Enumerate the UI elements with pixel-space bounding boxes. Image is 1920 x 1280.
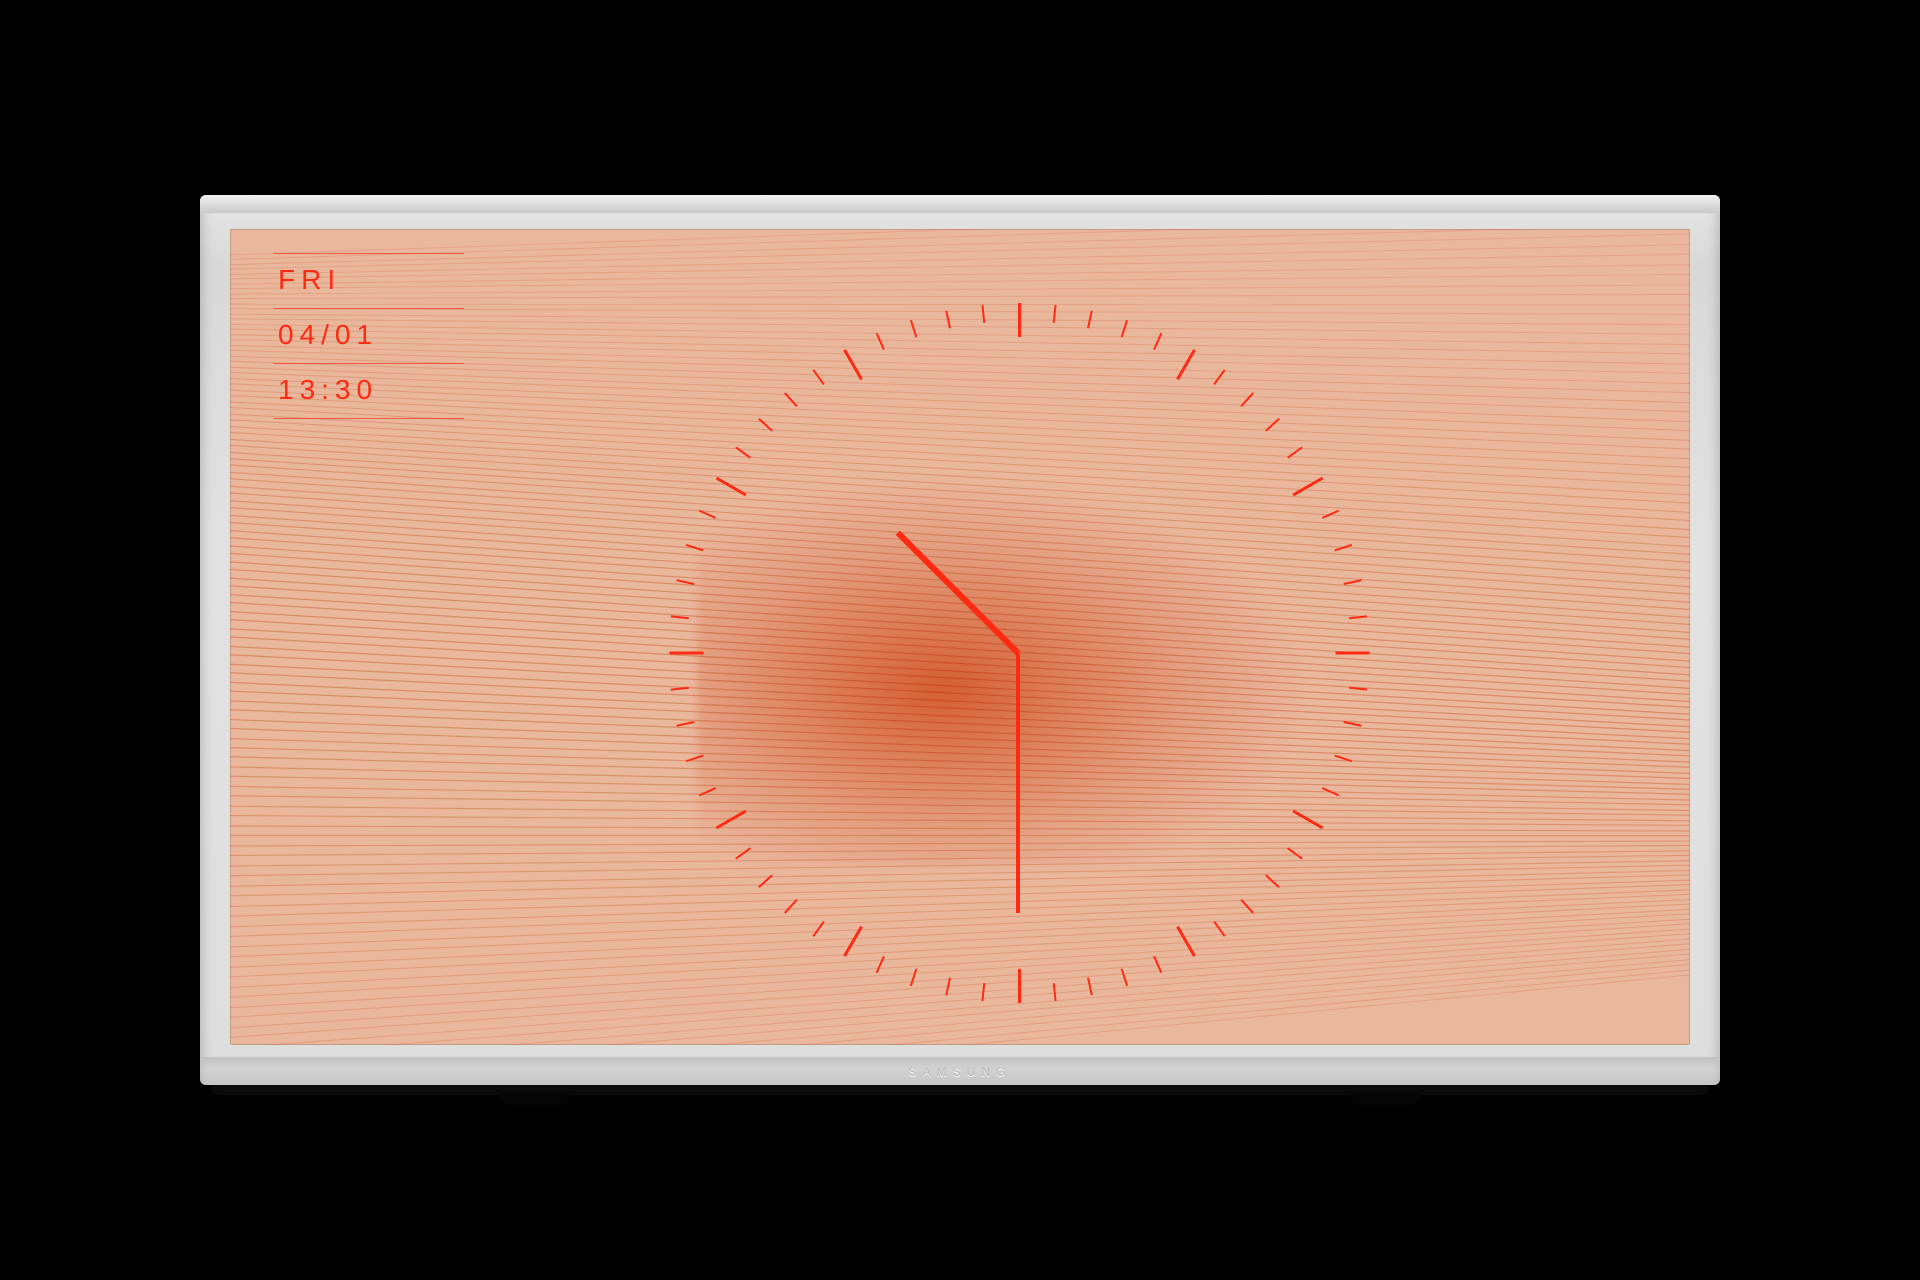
- clock-tick-hour: [1018, 303, 1021, 337]
- clock-tick: [1121, 969, 1128, 987]
- wave-core: [697, 474, 1310, 866]
- datetime-overlay: FRI 04/01 13:30: [274, 253, 464, 419]
- tv-foot-left: [500, 1093, 570, 1105]
- overlay-time: 13:30: [274, 364, 464, 418]
- tv-foot-right: [1350, 1093, 1420, 1105]
- clock-tick-hour: [1018, 969, 1021, 1003]
- clock-tick: [671, 616, 689, 620]
- clock-tick: [1349, 687, 1367, 691]
- clock-tick: [671, 687, 689, 691]
- clock-tick: [784, 899, 798, 914]
- brand-label: SAMSUNG: [200, 1065, 1720, 1079]
- clock-tick: [910, 320, 917, 338]
- tv-base: [210, 1081, 1710, 1095]
- clock-tick: [1121, 320, 1128, 338]
- overlay-day: FRI: [274, 254, 464, 308]
- tv-frame: FRI 04/01 13:30 SAMSUNG: [200, 195, 1720, 1085]
- clock-tick: [910, 969, 917, 987]
- clock-tick: [1349, 616, 1367, 620]
- clock-minute-hand: [1016, 653, 1020, 913]
- clock-tick: [982, 305, 986, 323]
- overlay-date: 04/01: [274, 309, 464, 363]
- tv-screen: FRI 04/01 13:30: [230, 229, 1690, 1045]
- clock-tick: [813, 370, 825, 386]
- clock-tick-hour: [1336, 652, 1370, 655]
- clock-tick-hour: [670, 652, 704, 655]
- clock-tick: [1087, 978, 1093, 996]
